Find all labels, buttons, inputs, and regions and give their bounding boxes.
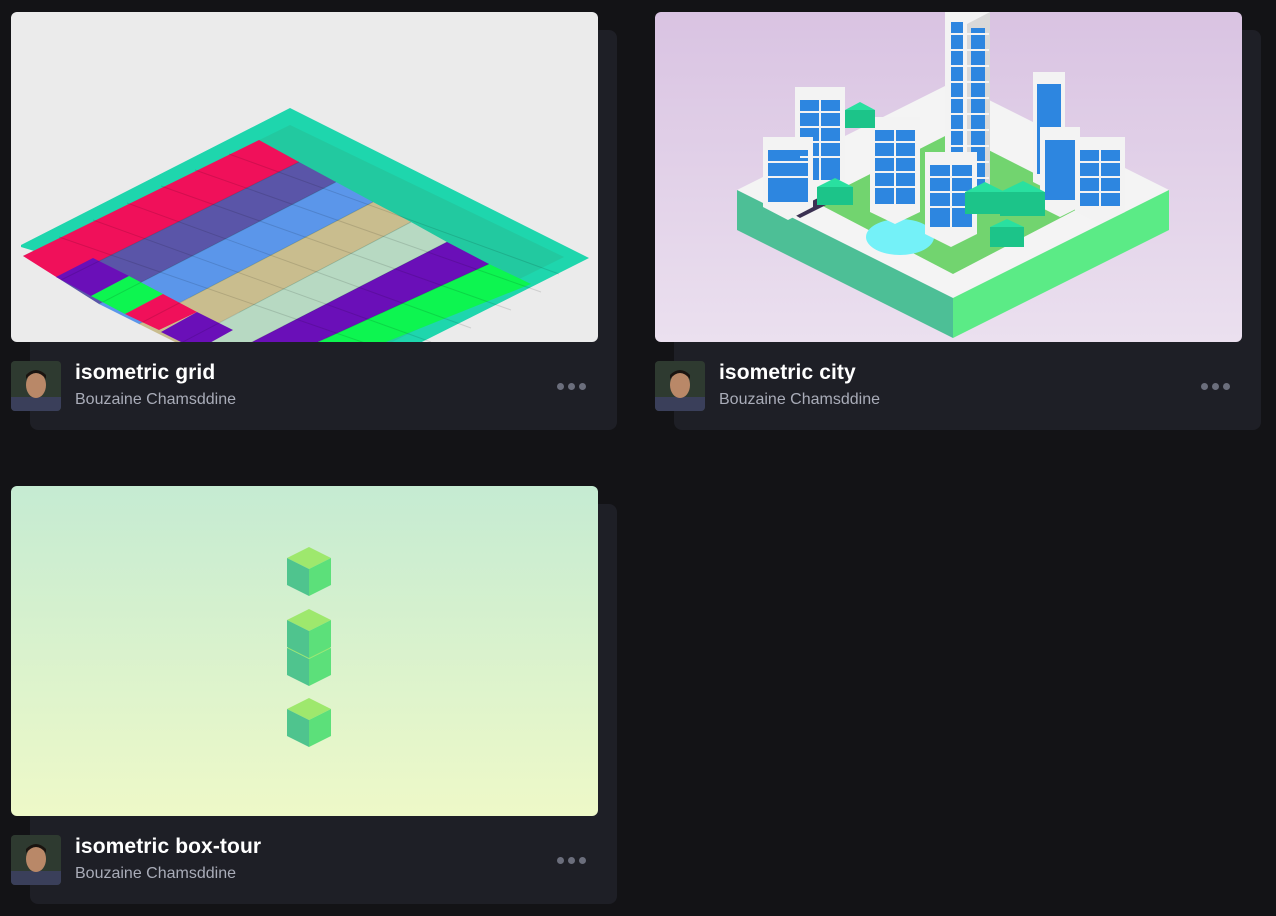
avatar-portrait-icon bbox=[11, 361, 61, 411]
thumbnail-isometric-box-tour[interactable] bbox=[11, 486, 598, 816]
more-dots-icon bbox=[578, 382, 586, 390]
avatar-portrait-icon bbox=[655, 361, 705, 411]
pen-card-isometric-city: isometric city Bouzaine Chamsddine bbox=[655, 12, 1261, 432]
pen-card-isometric-box-tour: isometric box-tour Bouzaine Chamsddine bbox=[11, 486, 617, 906]
isometric-box-tour-preview bbox=[11, 486, 598, 816]
more-dots-icon bbox=[1222, 382, 1230, 390]
pen-card-isometric-grid: isometric grid Bouzaine Chamsddine bbox=[11, 12, 617, 432]
pen-author[interactable]: Bouzaine Chamsddine bbox=[719, 391, 880, 409]
pen-author[interactable]: Bouzaine Chamsddine bbox=[75, 391, 236, 409]
more-options-button[interactable] bbox=[551, 850, 591, 870]
avatar[interactable] bbox=[11, 361, 61, 411]
avatar-portrait-icon bbox=[11, 835, 61, 885]
more-dots-icon bbox=[567, 856, 575, 864]
isometric-city-preview bbox=[655, 12, 1242, 342]
pen-title[interactable]: isometric grid bbox=[75, 361, 215, 385]
avatar[interactable] bbox=[655, 361, 705, 411]
more-dots-icon bbox=[578, 856, 586, 864]
more-options-button[interactable] bbox=[1195, 376, 1235, 396]
pen-title[interactable]: isometric box-tour bbox=[75, 835, 261, 859]
thumbnail-isometric-city[interactable] bbox=[655, 12, 1242, 342]
more-dots-icon bbox=[567, 382, 575, 390]
pen-title[interactable]: isometric city bbox=[719, 361, 856, 385]
pen-author[interactable]: Bouzaine Chamsddine bbox=[75, 865, 236, 883]
thumbnail-isometric-grid[interactable] bbox=[11, 12, 598, 342]
more-options-button[interactable] bbox=[551, 376, 591, 396]
isometric-grid-preview bbox=[11, 12, 598, 342]
more-dots-icon bbox=[556, 856, 564, 864]
more-dots-icon bbox=[1200, 382, 1208, 390]
more-dots-icon bbox=[1211, 382, 1219, 390]
avatar[interactable] bbox=[11, 835, 61, 885]
more-dots-icon bbox=[556, 382, 564, 390]
